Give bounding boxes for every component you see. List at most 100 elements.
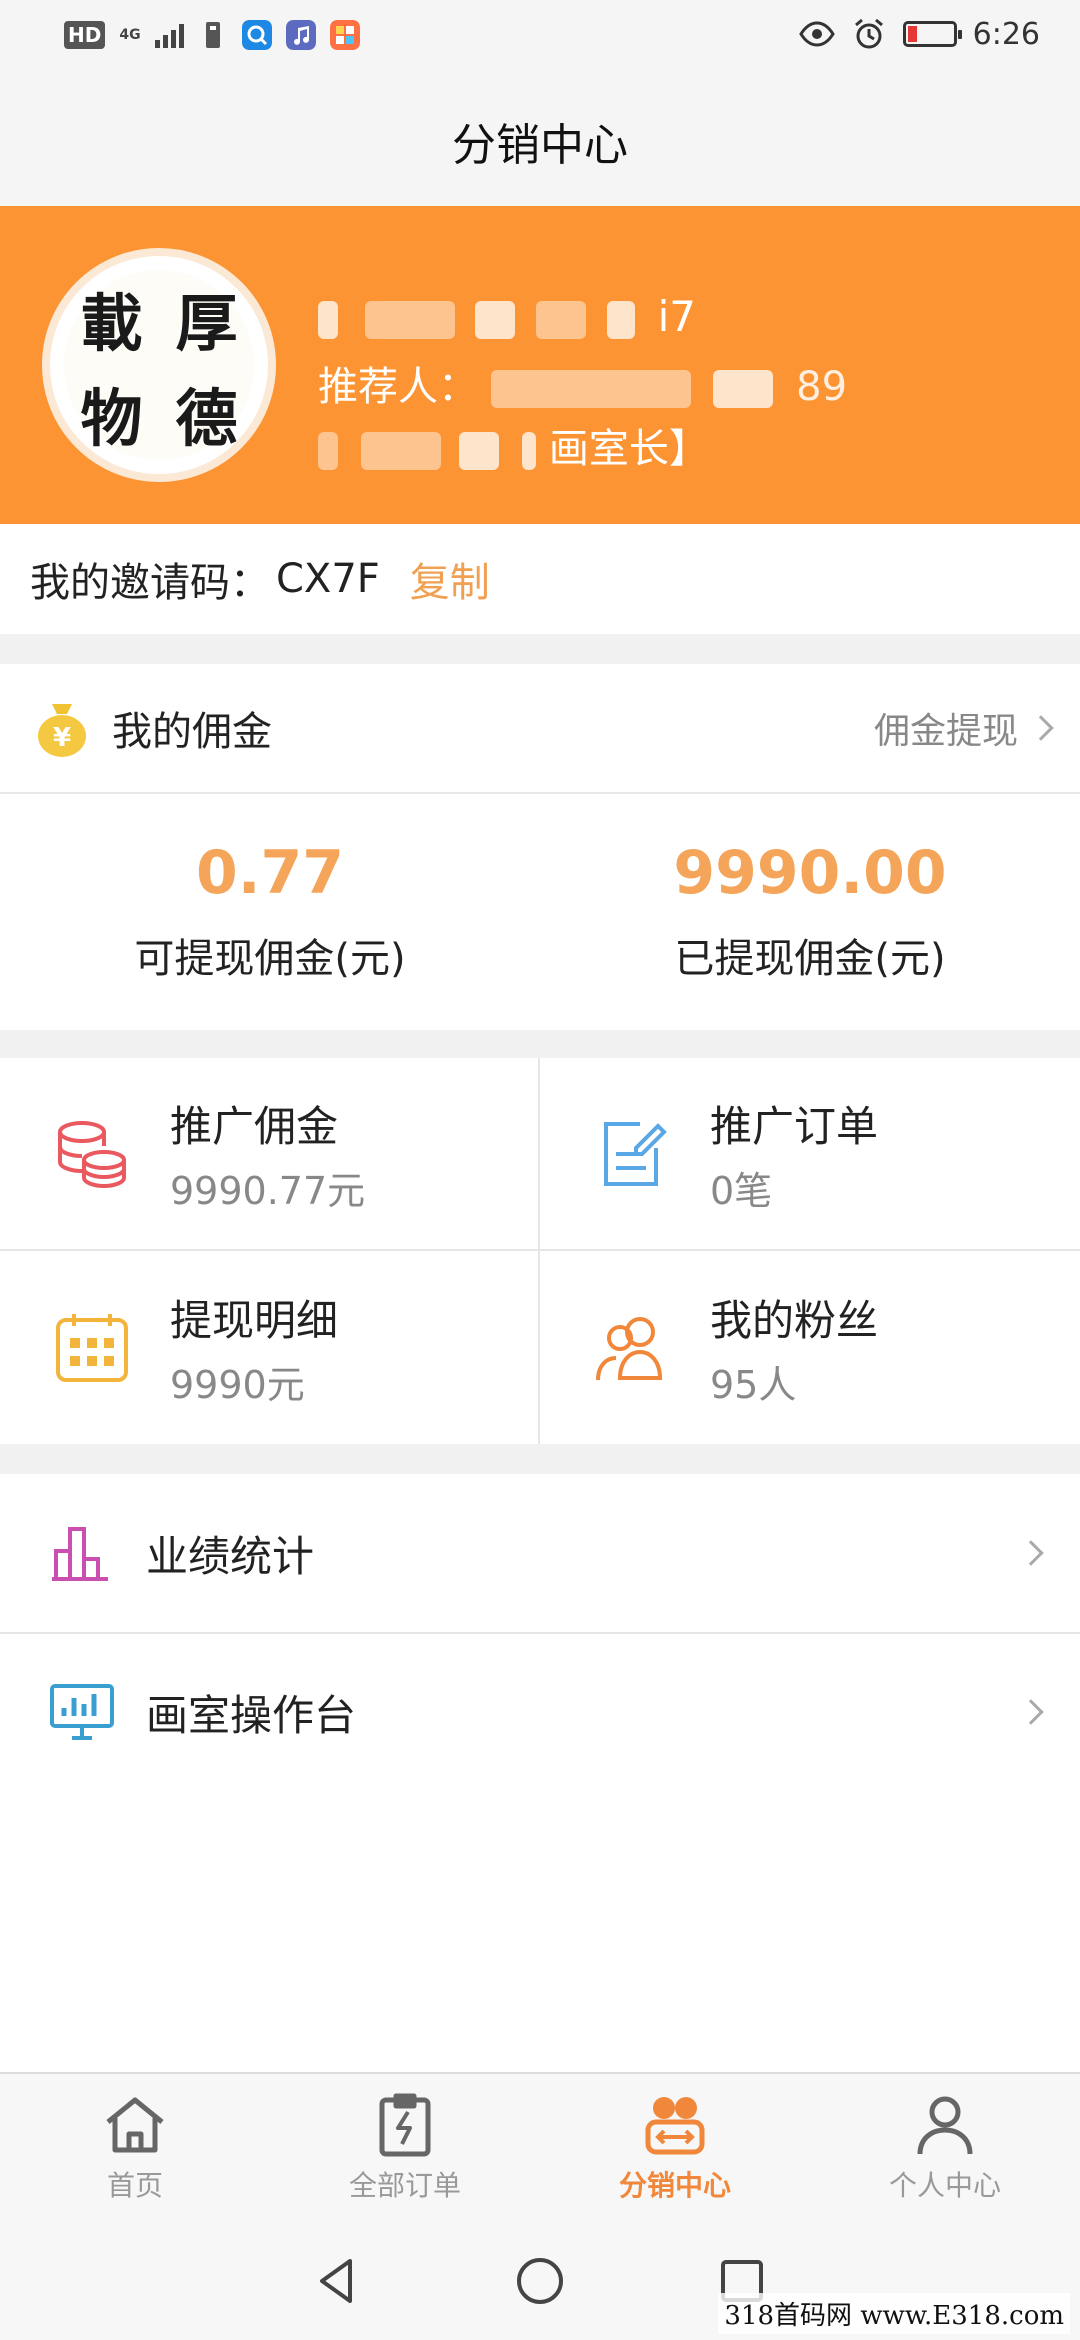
blurred-text: [364, 301, 455, 339]
available-commission-label: 可提现佣金(元): [134, 936, 406, 982]
user-name-suffix: i7: [657, 292, 696, 341]
bottom-tab-bar: 首页 全部订单 分销中心 个人中心: [0, 2072, 1080, 2222]
avatar-char: 厚: [175, 286, 238, 360]
menu-item-label: 画室操作台: [146, 1690, 357, 1740]
referrer-suffix: 89: [796, 364, 848, 410]
tab-profile[interactable]: 个人中心: [810, 2074, 1080, 2222]
title-bar: 分销中心: [0, 76, 1080, 206]
tile-title: 推广佣金: [170, 1101, 339, 1151]
eye-icon: [798, 21, 835, 47]
chevron-right-icon: [1028, 715, 1054, 741]
chevron-right-icon: [1018, 1540, 1044, 1566]
chevron-right-icon: [1018, 1699, 1044, 1725]
clock: 6:26: [972, 16, 1040, 52]
money-bag-icon: ¥: [38, 704, 86, 757]
blurred-text: [318, 301, 338, 339]
blurred-text: [475, 301, 516, 339]
tile-value: 0笔: [710, 1168, 773, 1213]
withdraw-link-label: 佣金提现: [873, 711, 1018, 752]
browser-app-icon: [241, 20, 272, 50]
tile-value: 9990.77元: [170, 1168, 366, 1213]
back-icon[interactable]: [312, 2255, 364, 2307]
menu-list: 业绩统计 画室操作台: [0, 1474, 1080, 1790]
withdrawn-commission-label: 已提现佣金(元): [674, 936, 946, 982]
bar-chart-icon: [52, 1527, 108, 1581]
blurred-text: [360, 432, 441, 470]
blurred-text: [318, 432, 338, 470]
stats-grid: 推广佣金 9990.77元 推广订单 0笔 提现明细 9990元 我的粉丝 95…: [0, 1058, 1080, 1444]
avatar-calligraphy: 載 厚 物 德: [64, 270, 254, 460]
blurred-text: [490, 370, 691, 408]
alarm-icon: [854, 18, 883, 49]
distribution-icon: [645, 2097, 705, 2155]
hd-badge: HD: [64, 21, 106, 49]
avatar-char: 德: [175, 381, 238, 455]
blurred-text: [536, 301, 587, 339]
tile-value: 9990元: [170, 1362, 305, 1407]
avatar-char: 載: [80, 286, 143, 360]
watermark: 318首码网 www.E318.com: [718, 2293, 1070, 2334]
store-app-icon: [329, 20, 360, 50]
avatar-char: 物: [80, 381, 143, 455]
empty-area: [0, 1790, 1080, 2072]
home-nav-icon[interactable]: [514, 2255, 566, 2307]
menu-item-studio-console[interactable]: 画室操作台: [0, 1632, 1080, 1790]
user-role: 画室长】: [318, 416, 709, 474]
tab-label: 个人中心: [888, 2169, 1001, 2202]
withdrawn-commission: 9990.00 已提现佣金(元): [540, 794, 1080, 1030]
menu-item-performance[interactable]: 业绩统计: [0, 1474, 1080, 1632]
withdrawn-commission-value: 9990.00: [673, 838, 947, 908]
tile-title: 我的粉丝: [710, 1295, 879, 1345]
tab-orders[interactable]: 全部订单: [270, 2074, 540, 2222]
referrer-label: 推荐人：: [318, 364, 478, 410]
blurred-text: [606, 301, 635, 339]
menu-item-label: 业绩统计: [146, 1531, 315, 1581]
copy-button[interactable]: 复制: [410, 550, 490, 608]
tab-label: 全部订单: [348, 2169, 461, 2202]
tab-distribution[interactable]: 分销中心: [540, 2074, 810, 2222]
my-fans-tile[interactable]: 我的粉丝 95人: [540, 1251, 1080, 1444]
withdraw-link[interactable]: 佣金提现: [873, 702, 1054, 754]
orders-icon: [379, 2093, 431, 2157]
commission-title: 我的佣金: [112, 709, 272, 755]
blurred-text: [713, 370, 774, 408]
user-icon: [917, 2096, 973, 2155]
svg-text:¥: ¥: [53, 723, 71, 753]
status-bar: HD 4G 6:26: [0, 0, 1080, 76]
tab-label: 分销中心: [618, 2169, 731, 2202]
withdraw-detail-tile[interactable]: 提现明细 9990元: [0, 1251, 540, 1444]
battery-icon: [902, 21, 962, 47]
profile-header: 載 厚 物 德 i7 推荐人： 89 画室长】: [0, 206, 1080, 524]
music-app-icon: [285, 20, 316, 50]
monitor-icon: [50, 1684, 114, 1740]
tile-value: 95人: [710, 1362, 797, 1407]
role-label: 画室长】: [548, 426, 709, 472]
invite-code-row: 我的邀请码： CX7F 复制: [0, 524, 1080, 634]
tab-home[interactable]: 首页: [0, 2074, 270, 2222]
signal-icon: [154, 22, 184, 48]
commission-card: ¥ 我的佣金 佣金提现 0.77 可提现佣金(元) 9990.00 已提现佣金(…: [0, 664, 1080, 1030]
promo-commission-tile[interactable]: 推广佣金 9990.77元: [0, 1058, 540, 1251]
sim-icon: [205, 22, 220, 48]
blurred-text: [459, 432, 500, 470]
calendar-icon: [56, 1313, 128, 1382]
tab-label: 首页: [106, 2169, 163, 2202]
network-type: 4G: [119, 27, 141, 43]
user-name: i7: [318, 292, 696, 341]
available-commission-value: 0.77: [195, 838, 345, 908]
tile-title: 提现明细: [170, 1295, 339, 1345]
commission-header: ¥ 我的佣金 佣金提现: [0, 664, 1080, 794]
invite-label: 我的邀请码：: [30, 560, 270, 606]
referrer: 推荐人： 89: [318, 354, 847, 412]
available-commission: 0.77 可提现佣金(元): [0, 794, 540, 1030]
fans-icon: [596, 1316, 663, 1380]
promo-orders-tile[interactable]: 推广订单 0笔: [540, 1058, 1080, 1251]
blurred-text: [522, 432, 537, 470]
order-edit-icon: [604, 1121, 667, 1186]
invite-code: CX7F: [276, 556, 380, 602]
coins-icon: [58, 1120, 126, 1188]
tile-title: 推广订单: [710, 1101, 879, 1151]
page-title: 分销中心: [452, 120, 628, 171]
home-icon: [106, 2097, 164, 2153]
avatar[interactable]: 載 厚 物 德: [42, 248, 276, 482]
